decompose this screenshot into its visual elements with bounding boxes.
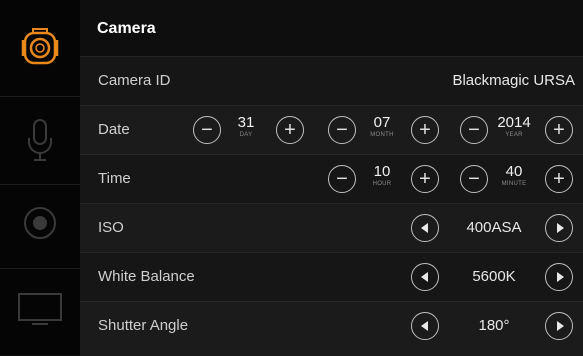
hour-decrement-button[interactable]: − xyxy=(328,165,356,193)
month-field: 07 MONTH xyxy=(362,114,402,139)
white-balance-label: White Balance xyxy=(98,268,195,285)
minus-icon: − xyxy=(336,168,348,190)
shutter-angle-value: 180° xyxy=(478,317,510,334)
sidebar-divider xyxy=(0,184,80,185)
hour-increment-button[interactable]: + xyxy=(411,165,439,193)
day-increment-button[interactable]: + xyxy=(276,116,304,144)
month-unit: MONTH xyxy=(370,132,394,138)
minute-unit: MINUTE xyxy=(501,181,527,187)
year-decrement-button[interactable]: − xyxy=(460,116,488,144)
iso-previous-button[interactable] xyxy=(411,214,439,242)
microphone-icon xyxy=(28,119,52,161)
row-shutter-angle: Shutter Angle 180° xyxy=(80,301,583,356)
chevron-right-icon xyxy=(556,321,564,331)
sidebar-divider xyxy=(0,96,80,97)
minus-icon: − xyxy=(468,168,480,190)
minute-decrement-button[interactable]: − xyxy=(460,165,488,193)
iso-next-button[interactable] xyxy=(545,214,573,242)
minute-increment-button[interactable]: + xyxy=(545,165,573,193)
hour-field: 10 HOUR xyxy=(362,163,402,188)
shutter-angle-previous-button[interactable] xyxy=(411,312,439,340)
day-field: 31 DAY xyxy=(226,114,266,139)
minus-icon: − xyxy=(336,119,348,141)
row-white-balance: White Balance 5600K xyxy=(80,252,583,301)
chevron-right-icon xyxy=(556,223,564,233)
plus-icon: + xyxy=(419,168,431,190)
chevron-left-icon xyxy=(420,321,428,331)
year-increment-button[interactable]: + xyxy=(545,116,573,144)
row-iso: ISO 400ASA xyxy=(80,203,583,252)
sidebar-item-audio[interactable] xyxy=(0,112,80,168)
sidebar-item-camera[interactable] xyxy=(0,22,80,72)
plus-icon: + xyxy=(553,168,565,190)
minute-value: 40 xyxy=(505,163,523,180)
plus-icon: + xyxy=(553,119,565,141)
page-title: Camera xyxy=(97,20,156,37)
camera-icon xyxy=(21,28,59,65)
year-value: 2014 xyxy=(497,114,531,131)
hour-value: 10 xyxy=(373,163,391,180)
chevron-left-icon xyxy=(420,223,428,233)
sidebar xyxy=(0,0,80,355)
sidebar-divider xyxy=(0,268,80,269)
white-balance-previous-button[interactable] xyxy=(411,263,439,291)
year-unit: YEAR xyxy=(505,132,523,138)
plus-icon: + xyxy=(419,119,431,141)
white-balance-next-button[interactable] xyxy=(545,263,573,291)
row-time: Time − 10 HOUR + − 40 MINUTE + xyxy=(80,154,583,203)
day-value: 31 xyxy=(237,114,255,131)
settings-panel: Camera Camera ID Blackmagic URSA Date − … xyxy=(80,0,583,356)
date-label: Date xyxy=(98,121,130,138)
month-value: 07 xyxy=(373,114,391,131)
minus-icon: − xyxy=(201,119,213,141)
white-balance-value: 5600K xyxy=(472,268,516,285)
month-increment-button[interactable]: + xyxy=(411,116,439,144)
camera-id-value[interactable]: Blackmagic URSA xyxy=(452,72,575,89)
chevron-right-icon xyxy=(556,272,564,282)
sidebar-item-record[interactable] xyxy=(0,200,80,246)
iso-label: ISO xyxy=(98,219,124,236)
month-decrement-button[interactable]: − xyxy=(328,116,356,144)
row-camera-id: Camera ID Blackmagic URSA xyxy=(80,56,583,105)
chevron-left-icon xyxy=(420,272,428,282)
camera-id-label: Camera ID xyxy=(98,72,171,89)
time-label: Time xyxy=(98,170,131,187)
shutter-angle-next-button[interactable] xyxy=(545,312,573,340)
hour-unit: HOUR xyxy=(372,181,392,187)
day-unit: DAY xyxy=(239,132,253,138)
monitor-icon xyxy=(18,293,62,325)
day-decrement-button[interactable]: − xyxy=(193,116,221,144)
year-field: 2014 YEAR xyxy=(494,114,534,139)
plus-icon: + xyxy=(284,119,296,141)
minute-field: 40 MINUTE xyxy=(494,163,534,188)
row-date: Date − 31 DAY + − 07 MONTH + − 2014 YEAR… xyxy=(80,105,583,154)
sidebar-item-monitor[interactable] xyxy=(0,290,80,328)
shutter-angle-label: Shutter Angle xyxy=(98,317,189,334)
record-icon xyxy=(24,207,56,239)
iso-value: 400ASA xyxy=(466,219,522,236)
minus-icon: − xyxy=(468,119,480,141)
title-bar: Camera xyxy=(80,0,583,56)
